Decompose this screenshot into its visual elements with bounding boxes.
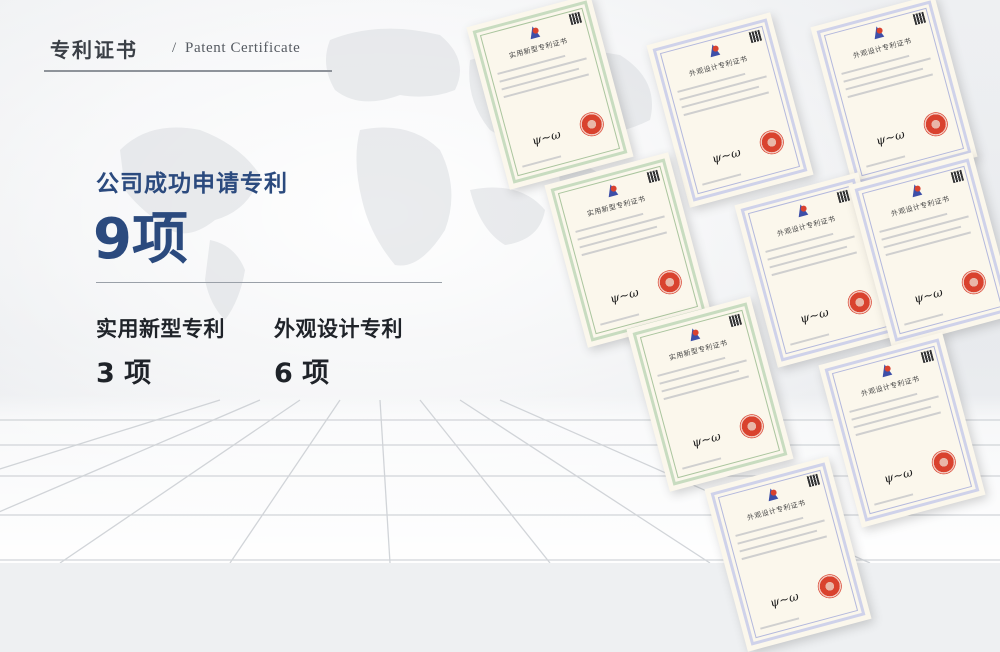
divider-line [96,282,442,283]
design-patent-stat: 外观设计专利 6 项 [274,313,403,390]
patent-headline: 公司成功申请专利 [96,171,288,197]
title-separator: / [172,40,177,56]
utility-patent-count: 3 项 [96,358,152,389]
design-patent-label: 外观设计专利 [274,317,403,341]
section-title: 专利证书 [50,38,138,62]
utility-patent-label: 实用新型专利 [96,317,225,341]
section-subtitle: Patent Certificate [185,40,301,56]
section-header: 专利证书 / Patent Certificate [44,30,332,72]
patent-total-count: 9项 [93,207,188,272]
utility-patent-stat: 实用新型专利 3 项 [96,313,225,390]
design-patent-count: 6 项 [274,358,330,389]
